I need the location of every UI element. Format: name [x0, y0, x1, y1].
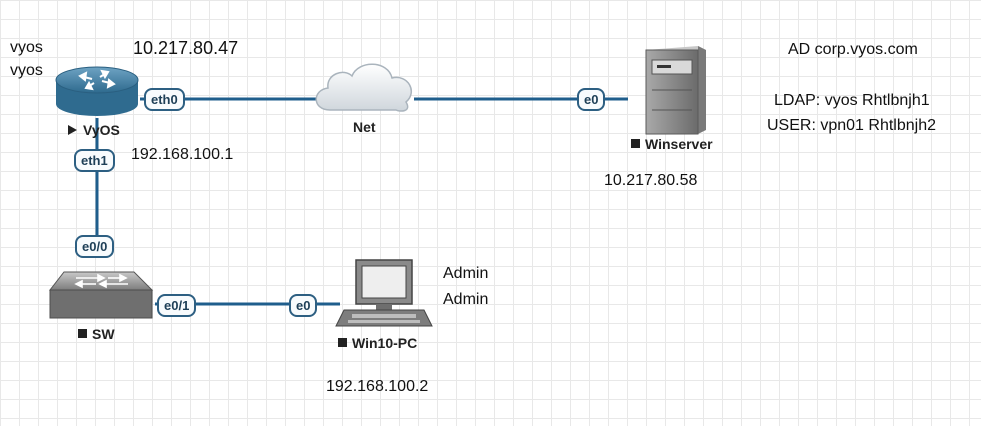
port-router-eth1[interactable]: eth1 [74, 149, 115, 172]
running-icon [68, 125, 77, 135]
note-ad-domain: AD corp.vyos.com [788, 41, 918, 58]
router-wan-ip: 10.217.80.47 [133, 38, 239, 58]
port-pc-e0[interactable]: e0 [289, 294, 318, 317]
stopped-icon [78, 329, 87, 338]
port-switch-e0-1[interactable]: e0/1 [157, 294, 197, 317]
port-switch-e0-0[interactable]: e0/0 [75, 235, 115, 258]
stopped-icon [338, 338, 347, 347]
credential-username: vyos [10, 39, 43, 56]
note-ldap: LDAP: vyos Rhtlbnjh1 [774, 92, 930, 109]
stopped-icon [631, 139, 640, 148]
note-user: USER: vpn01 Rhtlbnjh2 [767, 117, 936, 134]
server-ip: 10.217.80.58 [604, 172, 698, 189]
cloud-icon[interactable] [315, 63, 412, 112]
switch-label[interactable]: SW [78, 325, 115, 343]
pc-icon[interactable] [335, 259, 433, 327]
pc-ip: 192.168.100.2 [326, 378, 429, 395]
credential-password: vyos [10, 62, 43, 79]
port-router-eth0[interactable]: eth0 [144, 88, 185, 111]
router-name: VyOS [83, 122, 120, 138]
pc-name: Win10-PC [352, 335, 418, 351]
router-label[interactable]: VyOS [68, 121, 120, 139]
switch-icon[interactable] [48, 271, 154, 319]
server-name: Winserver [645, 136, 713, 152]
port-server-e0[interactable]: e0 [577, 88, 606, 111]
switch-name: SW [92, 326, 115, 342]
topology-canvas [48, 46, 706, 327]
cloud-label[interactable]: Net [353, 118, 376, 136]
pc-username: Admin [443, 265, 489, 282]
server-label[interactable]: Winserver [631, 135, 713, 153]
router-lan-ip: 192.168.100.1 [131, 146, 234, 163]
pc-password: Admin [443, 291, 489, 308]
server-icon[interactable] [645, 46, 706, 135]
pc-label[interactable]: Win10-PC [338, 334, 417, 352]
router-icon[interactable] [55, 66, 139, 116]
